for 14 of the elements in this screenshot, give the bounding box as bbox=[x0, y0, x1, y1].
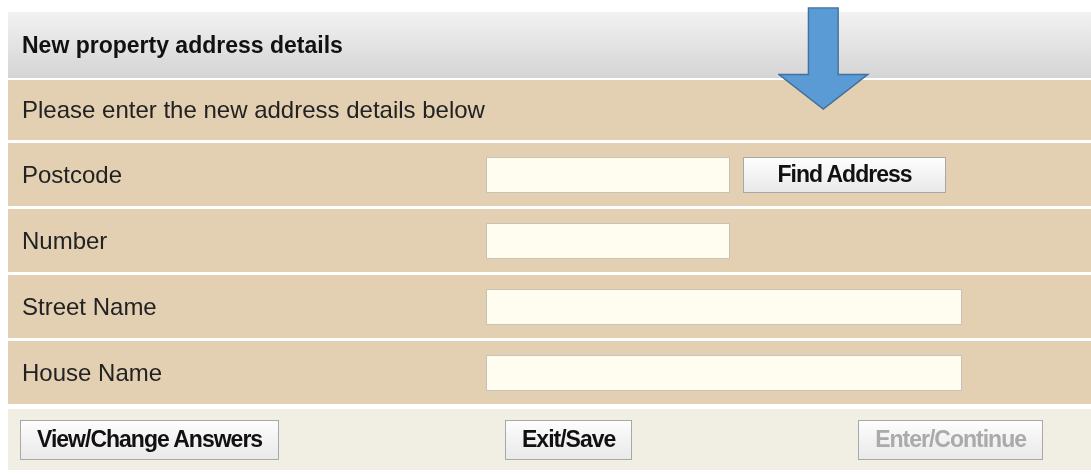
field-label: Number bbox=[22, 226, 109, 255]
intro-text: Please enter the new address details below bbox=[22, 96, 485, 124]
find-address-button[interactable]: Find Address bbox=[743, 156, 946, 193]
input-field[interactable] bbox=[486, 288, 962, 325]
input-field[interactable] bbox=[486, 222, 730, 259]
field-label: Street Name bbox=[22, 292, 158, 321]
input-field[interactable] bbox=[486, 354, 962, 391]
action-button[interactable]: Exit/Save bbox=[505, 419, 633, 460]
input-field[interactable] bbox=[486, 156, 730, 193]
field-label: House Name bbox=[22, 358, 164, 387]
panel-title: New property address details bbox=[22, 31, 343, 59]
field-label: Postcode bbox=[22, 160, 124, 189]
action-button[interactable]: View/Change Answers bbox=[20, 419, 280, 460]
down-arrow-icon bbox=[778, 7, 870, 110]
